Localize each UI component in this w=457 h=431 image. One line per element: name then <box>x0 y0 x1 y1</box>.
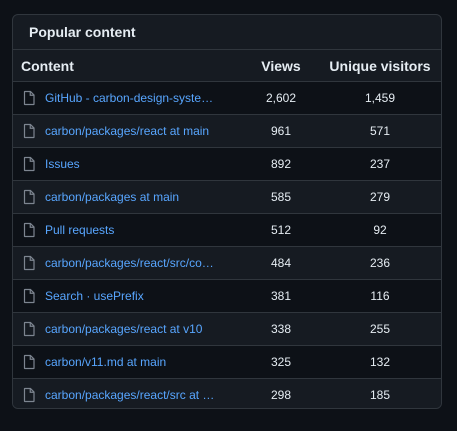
table-row: carbon/packages/react at v10 338 255 <box>13 312 441 346</box>
content-cell: GitHub - carbon-design-syste… <box>13 81 243 115</box>
table-row: carbon/packages/react at main 961 571 <box>13 114 441 148</box>
views-cell: 961 <box>243 114 319 148</box>
content-link[interactable]: Issues <box>45 157 80 171</box>
content-link[interactable]: carbon/packages at main <box>45 190 179 204</box>
column-header-unique-visitors: Unique visitors <box>319 49 441 82</box>
table-header-row: Content Views Unique visitors <box>13 49 441 82</box>
views-cell: 298 <box>243 378 319 408</box>
content-link[interactable]: Pull requests <box>45 223 114 237</box>
file-icon <box>21 321 37 337</box>
content-link[interactable]: carbon/packages/react/src at … <box>45 388 214 402</box>
table-row: Pull requests 512 92 <box>13 213 441 247</box>
table-row: Search · usePrefix 381 116 <box>13 279 441 313</box>
content-cell: carbon/packages/react at main <box>13 114 243 148</box>
views-cell: 585 <box>243 180 319 214</box>
views-cell: 2,602 <box>243 81 319 115</box>
content-link[interactable]: carbon/packages/react/src/co… <box>45 256 214 270</box>
views-cell: 338 <box>243 312 319 346</box>
unique-visitors-cell: 132 <box>319 345 441 379</box>
table-header: Content Views Unique visitors <box>13 49 441 82</box>
file-icon <box>21 387 37 403</box>
unique-visitors-cell: 1,459 <box>319 81 441 115</box>
unique-visitors-cell: 116 <box>319 279 441 313</box>
views-cell: 892 <box>243 147 319 181</box>
table-body: GitHub - carbon-design-syste… 2,602 1,45… <box>13 81 441 408</box>
unique-visitors-cell: 236 <box>319 246 441 280</box>
table-row: GitHub - carbon-design-syste… 2,602 1,45… <box>13 81 441 115</box>
content-cell: Pull requests <box>13 213 243 247</box>
views-cell: 512 <box>243 213 319 247</box>
content-link[interactable]: carbon/v11.md at main <box>45 355 166 369</box>
unique-visitors-cell: 237 <box>319 147 441 181</box>
unique-visitors-cell: 279 <box>319 180 441 214</box>
content-link[interactable]: GitHub - carbon-design-syste… <box>45 91 213 105</box>
file-icon <box>21 288 37 304</box>
content-cell: carbon/v11.md at main <box>13 345 243 379</box>
unique-visitors-cell: 571 <box>319 114 441 148</box>
content-link[interactable]: Search · usePrefix <box>45 289 144 303</box>
content-cell: Search · usePrefix <box>13 279 243 313</box>
popular-content-table: Content Views Unique visitors GitHub - c… <box>13 49 441 408</box>
table-row: carbon/v11.md at main 325 132 <box>13 345 441 379</box>
file-icon <box>21 156 37 172</box>
content-cell: carbon/packages at main <box>13 180 243 214</box>
file-icon <box>21 123 37 139</box>
file-icon <box>21 222 37 238</box>
unique-visitors-cell: 185 <box>319 378 441 408</box>
views-cell: 325 <box>243 345 319 379</box>
content-link[interactable]: carbon/packages/react at main <box>45 124 209 138</box>
file-icon <box>21 354 37 370</box>
column-header-content: Content <box>13 49 243 82</box>
table-row: Issues 892 237 <box>13 147 441 181</box>
file-icon <box>21 255 37 271</box>
table-row: carbon/packages/react/src at … 298 185 <box>13 378 441 408</box>
views-cell: 484 <box>243 246 319 280</box>
content-cell: carbon/packages/react at v10 <box>13 312 243 346</box>
content-cell: Issues <box>13 147 243 181</box>
popular-content-panel: Popular content Content Views Unique vis… <box>12 14 442 409</box>
panel-title: Popular content <box>29 24 136 40</box>
unique-visitors-cell: 255 <box>319 312 441 346</box>
file-icon <box>21 90 37 106</box>
column-header-views: Views <box>243 49 319 82</box>
table-row: carbon/packages at main 585 279 <box>13 180 441 214</box>
content-cell: carbon/packages/react/src/co… <box>13 246 243 280</box>
content-link[interactable]: carbon/packages/react at v10 <box>45 322 202 336</box>
content-cell: carbon/packages/react/src at … <box>13 378 243 408</box>
table-row: carbon/packages/react/src/co… 484 236 <box>13 246 441 280</box>
views-cell: 381 <box>243 279 319 313</box>
file-icon <box>21 189 37 205</box>
unique-visitors-cell: 92 <box>319 213 441 247</box>
